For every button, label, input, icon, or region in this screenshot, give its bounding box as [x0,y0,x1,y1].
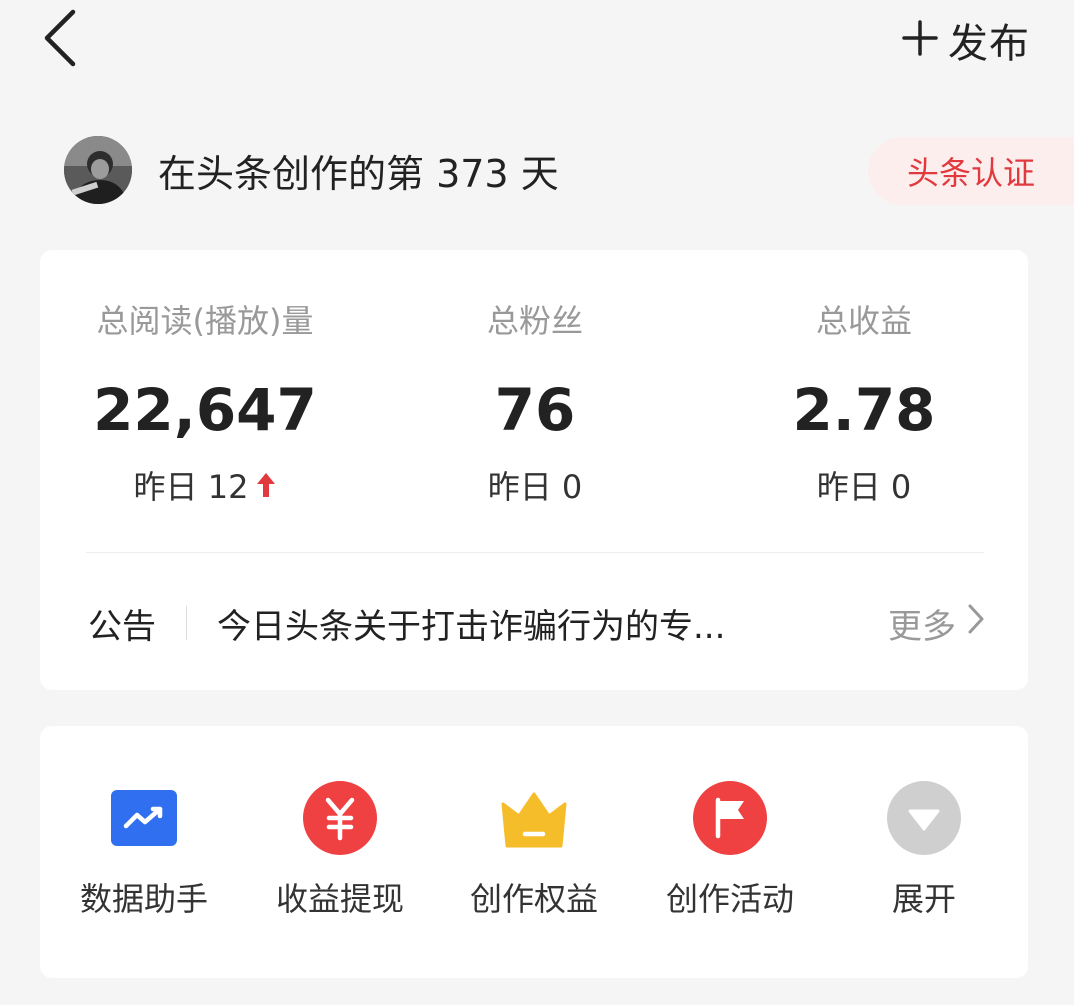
stat-total-fans[interactable]: 总粉丝 76 昨日 0 [435,250,635,540]
stat-total-earnings[interactable]: 总收益 2.78 昨日 0 [764,250,964,540]
stat-label: 总收益 [815,302,912,340]
stat-label: 总粉丝 [486,302,583,340]
chart-trend-icon [106,780,182,856]
avatar[interactable] [64,136,132,204]
back-button[interactable] [38,9,82,71]
yuan-icon [302,780,378,856]
crown-icon [496,780,572,856]
plus-icon [902,20,938,60]
tool-data-assistant[interactable]: 数据助手 [54,726,234,978]
tool-label: 数据助手 [79,880,208,918]
notice-text[interactable]: 今日头条关于打击诈骗行为的专... [217,599,812,648]
notice-separator [186,606,187,640]
creation-days-text: 在头条创作的第 373 天 [158,151,559,196]
chevron-right-icon [968,603,984,643]
stat-label: 总阅读(播放)量 [96,302,314,340]
stat-yesterday: 昨日 0 [764,462,964,508]
stats-card: 总阅读(播放)量 22,647 昨日 12 总粉丝 76 昨日 0 总收益 2.… [40,250,1028,690]
stat-yesterday-text: 昨日 12 [133,468,249,506]
tool-label: 收益提现 [275,880,404,918]
tool-label: 展开 [891,880,956,918]
tool-creator-activities[interactable]: 创作活动 [640,726,820,978]
tool-expand[interactable]: 展开 [834,726,1014,978]
stat-yesterday-text: 昨日 0 [816,468,912,506]
notice-more-link[interactable]: 更多 [888,599,984,648]
flag-icon [692,780,768,856]
publish-label: 发布 [948,21,1030,67]
stat-yesterday-text: 昨日 0 [487,468,583,506]
stat-value: 76 [494,376,576,444]
stat-yesterday: 昨日 0 [435,462,635,508]
tools-card: 数据助手 收益提现 创作权益 创作活动 展开 [40,726,1028,978]
stat-value: 22,647 [93,376,317,444]
profile-row: 在头条创作的第 373 天 [64,135,559,205]
tool-creator-rights[interactable]: 创作权益 [444,726,624,978]
arrow-up-icon [256,471,276,499]
notice-row[interactable]: 公告 今日头条关于打击诈骗行为的专... 更多 [88,578,984,668]
stat-yesterday: 昨日 12 [80,462,330,508]
verify-badge[interactable]: 头条认证 [868,137,1074,205]
tool-label: 创作权益 [469,880,598,918]
notice-title: 公告 [88,606,156,647]
more-label: 更多 [888,606,956,647]
expand-down-icon [886,780,962,856]
chevron-left-icon [42,9,78,71]
stat-total-reads[interactable]: 总阅读(播放)量 22,647 昨日 12 [80,250,330,540]
tool-earnings-withdraw[interactable]: 收益提现 [250,726,430,978]
tool-label: 创作活动 [665,880,794,918]
publish-button[interactable]: 发布 [902,12,1030,68]
divider [86,552,984,553]
stat-value: 2.78 [792,376,936,444]
